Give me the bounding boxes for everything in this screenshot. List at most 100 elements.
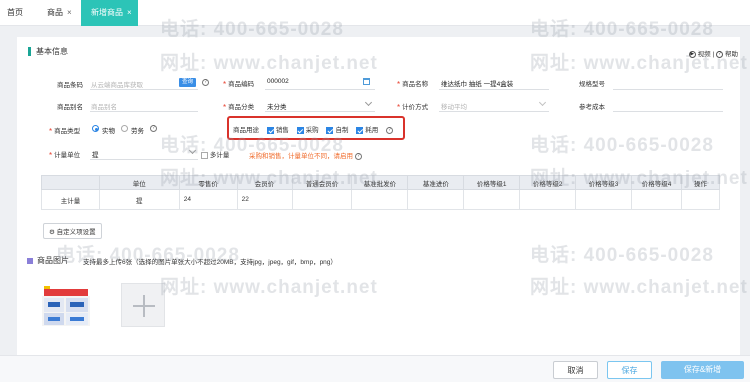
- barcode-label: 商品条码: [57, 82, 83, 89]
- checkbox-icon[interactable]: [356, 126, 364, 134]
- help-icon[interactable]: ?: [202, 79, 209, 86]
- type-service-label[interactable]: 劳务: [131, 125, 144, 135]
- checkbox-icon[interactable]: [201, 151, 208, 159]
- close-icon[interactable]: ×: [67, 8, 72, 17]
- name-label: * 商品名称: [397, 79, 429, 89]
- unit-underline: [90, 159, 198, 160]
- checkbox-icon[interactable]: [326, 126, 334, 134]
- column-header: 价格等级4: [631, 175, 682, 190]
- save-button[interactable]: 保存: [607, 361, 652, 379]
- product-photo: [42, 286, 90, 326]
- table-header-row: 单位 零售价 会员价 普通会员价 基准批发价 基准进价 价格等级1 价格等级2 …: [41, 175, 721, 190]
- alias-label: 商品别名: [57, 104, 83, 111]
- column-header: 零售价: [178, 175, 238, 190]
- table-cell[interactable]: 24: [178, 189, 238, 210]
- category-label: * 商品分类: [223, 102, 255, 112]
- pricing-select[interactable]: 移动平均: [441, 101, 467, 111]
- spec-input[interactable]: [613, 89, 723, 90]
- column-header: 操作: [680, 175, 721, 190]
- category-select[interactable]: 未分类: [267, 101, 287, 111]
- code-label: * 商品编码: [223, 79, 255, 89]
- table-cell[interactable]: [351, 189, 409, 210]
- save-and-new-button[interactable]: 保存&新增: [661, 361, 744, 379]
- table-cell: [680, 189, 721, 210]
- usage-highlight-box: 商品用途 销售 采购 自制 耗用 ?: [227, 116, 405, 140]
- name-input[interactable]: 维达纸巾 抽纸 一提4盒装: [441, 78, 513, 88]
- help-icon[interactable]: ?: [386, 126, 394, 134]
- type-physical-radio[interactable]: [92, 125, 99, 132]
- column-header: 价格等级3: [575, 175, 633, 190]
- add-image-button[interactable]: [121, 283, 165, 327]
- type-service-radio[interactable]: [121, 125, 128, 132]
- unit-select[interactable]: 提: [92, 149, 99, 159]
- column-header: 普通会员价: [291, 175, 353, 190]
- code-generator-icon[interactable]: [363, 78, 370, 85]
- table-cell[interactable]: [575, 189, 633, 210]
- multi-unit-toggle[interactable]: 多计量: [201, 149, 229, 159]
- ref-cost-label: 参考成本: [579, 104, 605, 111]
- help-icon[interactable]: ?: [150, 125, 157, 132]
- tab-goods[interactable]: 商品 ×: [47, 0, 72, 26]
- table-cell: 主计量: [41, 189, 100, 210]
- pricing-underline: [439, 111, 549, 112]
- table-row: 主计量 提 24 22: [41, 189, 721, 210]
- usage-option-consume[interactable]: 耗用: [356, 126, 378, 134]
- help-icon[interactable]: ?: [354, 152, 362, 160]
- usage-option-sale[interactable]: 销售: [266, 126, 289, 134]
- name-underline: [439, 89, 549, 90]
- footer-bar: 取消 保存 保存&新增: [0, 355, 750, 382]
- product-image-thumbnail[interactable]: [40, 282, 92, 328]
- alias-underline: [90, 111, 198, 112]
- barcode-input[interactable]: 从云端商品库获取: [91, 79, 143, 89]
- unit-warning: 采购和销售，计量单位不同，请启用 ?: [249, 150, 362, 160]
- column-header: 基准进价: [407, 175, 465, 190]
- column-header: 单位: [98, 175, 180, 190]
- table-cell[interactable]: 提: [98, 189, 180, 210]
- query-button[interactable]: 查询: [179, 78, 197, 87]
- code-input[interactable]: 000002: [267, 78, 289, 85]
- tab-home[interactable]: 首页: [7, 0, 23, 26]
- images-hint: 支持最多上传6张（选择的图片单张大小不超过20MB，支持jpg，jpeg，gif…: [83, 259, 337, 266]
- ref-cost-input[interactable]: [613, 111, 723, 112]
- column-header: 价格等级1: [463, 175, 521, 190]
- checkbox-icon[interactable]: [266, 126, 274, 134]
- checkbox-icon[interactable]: [296, 126, 304, 134]
- price-table: 单位 零售价 会员价 普通会员价 基准批发价 基准进价 价格等级1 价格等级2 …: [41, 175, 721, 210]
- custom-fields-button[interactable]: ⚙ 自定义项设置: [43, 223, 102, 239]
- unit-label: * 计量单位: [49, 150, 81, 160]
- section-title: 基本信息: [36, 47, 68, 56]
- alias-input[interactable]: 商品别名: [91, 101, 117, 111]
- table-cell[interactable]: [291, 189, 353, 210]
- gear-icon: ⚙: [49, 229, 55, 236]
- video-link[interactable]: 视频: [698, 51, 711, 58]
- usage-option-selfmade[interactable]: 自制: [326, 126, 348, 134]
- help-link[interactable]: 帮助: [725, 51, 738, 58]
- usage-option-purchase[interactable]: 采购: [296, 126, 319, 134]
- section-marker: [28, 47, 31, 56]
- image-icon: [27, 257, 33, 264]
- table-cell[interactable]: [519, 189, 577, 210]
- table-cell[interactable]: [631, 189, 682, 210]
- column-header: 会员价: [236, 175, 293, 190]
- type-physical-label[interactable]: 实物: [102, 125, 115, 135]
- table-cell[interactable]: 22: [236, 189, 293, 210]
- category-underline: [265, 111, 375, 112]
- column-header: 基准批发价: [351, 175, 409, 190]
- column-header: 价格等级2: [519, 175, 577, 190]
- cancel-button[interactable]: 取消: [553, 361, 598, 379]
- header-tools: ▶ 视频 | ? 帮助: [688, 50, 738, 58]
- usage-label: 商品用途: [233, 127, 259, 134]
- barcode-underline: [90, 89, 198, 90]
- table-cell[interactable]: [463, 189, 521, 210]
- table-cell[interactable]: [407, 189, 465, 210]
- video-icon: ▶: [688, 50, 696, 58]
- type-label: * 商品类型: [49, 126, 81, 136]
- spec-label: 规格型号: [579, 81, 605, 88]
- images-title: 商品图片: [27, 255, 69, 266]
- tab-new-goods[interactable]: 新增商品 ×: [81, 0, 138, 26]
- pricing-label: * 计价方式: [397, 102, 429, 112]
- column-header: [41, 175, 100, 190]
- help-icon: ?: [716, 50, 723, 58]
- tab-bar: 首页 商品 × 新增商品 ×: [0, 0, 750, 26]
- close-icon[interactable]: ×: [127, 8, 132, 17]
